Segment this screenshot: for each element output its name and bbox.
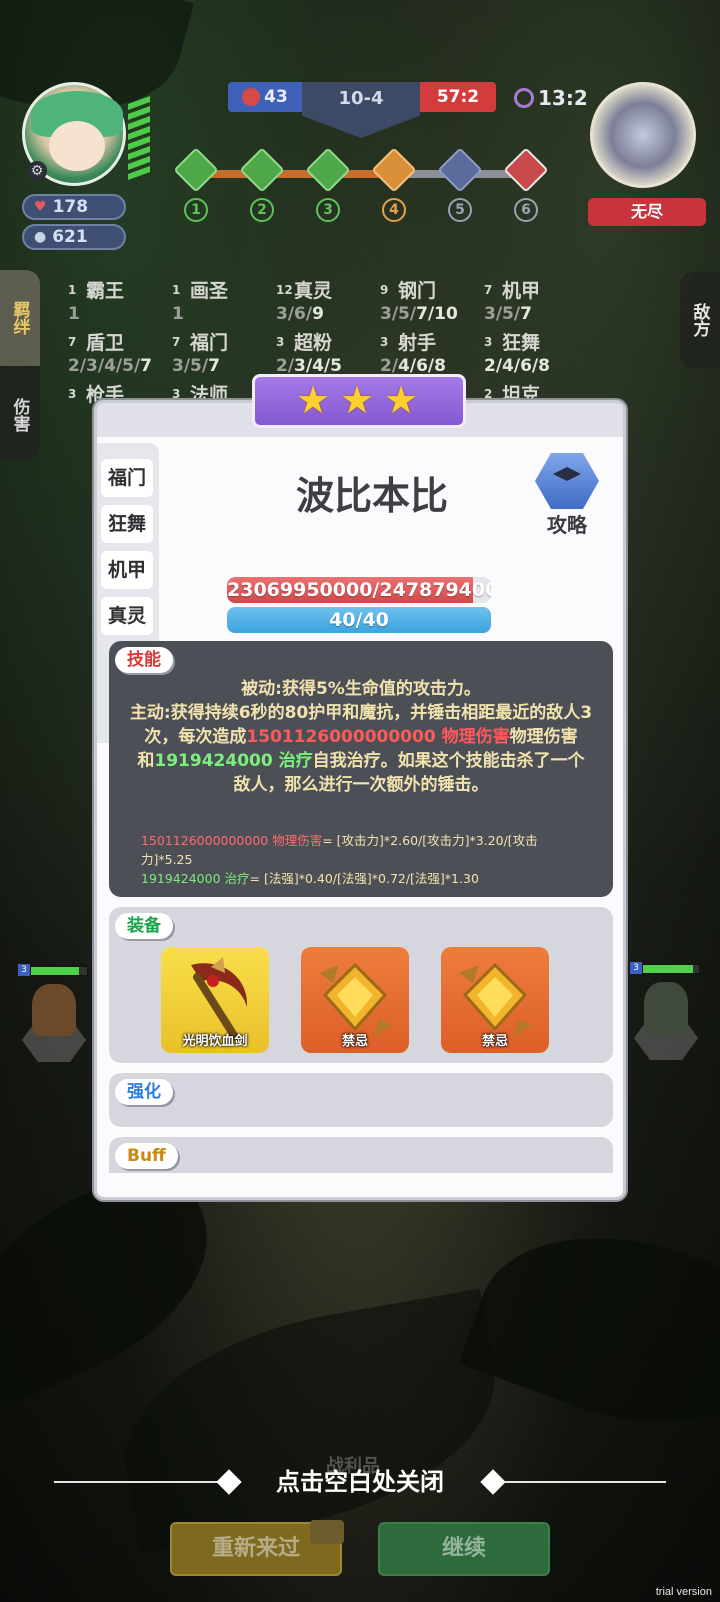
score-bar: 43 10-4 57:2 bbox=[228, 82, 496, 138]
guide-button[interactable]: 攻略 bbox=[531, 453, 603, 537]
synergy-item[interactable]: 7 机甲 3/5/7 bbox=[484, 276, 588, 328]
equipment-item[interactable]: 光明饮血剑 bbox=[161, 947, 269, 1053]
star-icon: ★ bbox=[383, 378, 419, 422]
guide-icon bbox=[535, 453, 599, 509]
stage-node: 1 bbox=[173, 147, 219, 222]
tab-synergy[interactable]: 羁绊 bbox=[0, 270, 40, 366]
synergy-item[interactable]: 7 福门 3/5/7 bbox=[172, 328, 276, 380]
synergy-item[interactable]: 9 钢门 3/5/7/10 bbox=[380, 276, 484, 328]
coin-icon: ● bbox=[34, 229, 47, 245]
skill-section: 技能 被动:获得5%生命值的攻击力。 主动:获得持续6秒的80护甲和魔抗，并锤击… bbox=[109, 641, 613, 897]
buff-tag: Buff bbox=[115, 1143, 178, 1169]
enhancement-section: 强化 bbox=[109, 1073, 613, 1127]
enemy-unit[interactable]: 3 bbox=[630, 956, 710, 1066]
trait-item[interactable]: 狂舞 bbox=[101, 505, 153, 543]
equipment-item[interactable]: 禁忌 bbox=[301, 947, 409, 1053]
retry-button[interactable]: 重新来过 bbox=[170, 1520, 344, 1576]
guide-label: 攻略 bbox=[547, 513, 587, 537]
hero-name: 波比本比 bbox=[295, 474, 448, 518]
timer-value: 13:2 bbox=[538, 86, 588, 110]
player-hp-gauge bbox=[128, 95, 158, 188]
retry-label: 重新来过 bbox=[211, 1536, 300, 1561]
continue-button[interactable]: 继续 bbox=[378, 1522, 550, 1576]
synergy-item[interactable]: 1 霸王 1 bbox=[68, 276, 172, 328]
hero-detail-panel: 福门 狂舞 机甲 真灵 波比本比 攻略 23069950000/24787940… bbox=[94, 400, 626, 1200]
hero-mana-bar: 40/40 bbox=[227, 607, 491, 633]
equipment-item[interactable]: 禁忌 bbox=[441, 947, 549, 1053]
star-rating-banner: ★ ★ ★ bbox=[246, 374, 472, 428]
close-hint[interactable]: 点击空白处关闭 bbox=[54, 1464, 666, 1500]
blue-score-value: 43 bbox=[264, 87, 288, 107]
enhancement-tag: 强化 bbox=[115, 1079, 173, 1105]
trait-item[interactable]: 真灵 bbox=[101, 597, 153, 635]
ally-unit[interactable]: 3 bbox=[18, 958, 88, 1068]
tab-damage[interactable]: 伤害 bbox=[0, 370, 40, 460]
coins-counter: ● 621 bbox=[22, 224, 126, 250]
endless-mode-tag: 无尽 bbox=[588, 198, 706, 226]
coins-value: 621 bbox=[52, 227, 88, 247]
gear-icon[interactable]: ⚙ bbox=[27, 161, 47, 181]
left-tab-panel: 羁绊 伤害 bbox=[0, 270, 40, 460]
equipment-section: 装备 光明饮血剑 禁忌 禁忌 bbox=[109, 907, 613, 1063]
hearts-counter: ♥ 178 bbox=[22, 194, 126, 220]
synergy-item[interactable]: 7 盾卫 2/3/4/5/7 bbox=[68, 328, 172, 380]
hero-hp-bar: 23069950000/247879400 bbox=[227, 577, 491, 603]
stage-node: 4 bbox=[371, 147, 417, 222]
video-ad-icon bbox=[310, 1520, 344, 1544]
synergy-item[interactable]: 3 射手 2/4/6/8 bbox=[380, 328, 484, 380]
trait-item[interactable]: 福门 bbox=[101, 459, 153, 497]
tab-enemy[interactable]: 敌方 bbox=[680, 272, 720, 368]
synergy-item[interactable]: 1 画圣 1 bbox=[172, 276, 276, 328]
hearts-value: 178 bbox=[52, 197, 89, 217]
synergy-item[interactable]: 3 狂舞 2/4/6/8 bbox=[484, 328, 588, 380]
equipment-tag: 装备 bbox=[115, 913, 173, 939]
stage-progress: 1 2 3 4 5 6 bbox=[173, 147, 549, 232]
unit-level-badge: 3 bbox=[630, 962, 642, 974]
unit-level-badge: 3 bbox=[18, 964, 30, 976]
synergy-item[interactable]: 3 超粉 2/3/4/5 bbox=[276, 328, 380, 380]
heart-icon: ♥ bbox=[34, 199, 47, 215]
star-icon: ★ bbox=[339, 378, 375, 422]
skill-formula: 1501126000000000 物理伤害= [攻击力]*2.60/[攻击力]*… bbox=[141, 833, 538, 886]
synergy-item[interactable]: 12 真灵 3/6/9 bbox=[276, 276, 380, 328]
stage-node: 3 bbox=[305, 147, 351, 222]
buff-section: Buff bbox=[109, 1137, 613, 1173]
enemy-avatar[interactable] bbox=[590, 82, 696, 188]
stage-node: 2 bbox=[239, 147, 285, 222]
fire-icon bbox=[242, 88, 261, 106]
stage-node: 6 bbox=[503, 147, 549, 222]
blue-score: 43 bbox=[228, 82, 302, 112]
round-timer: 13:2 bbox=[514, 86, 588, 110]
trait-item[interactable]: 机甲 bbox=[101, 551, 153, 589]
player-avatar[interactable]: ⚙ bbox=[22, 82, 126, 186]
close-hint-text: 点击空白处关闭 bbox=[276, 1468, 444, 1496]
avatar-face bbox=[49, 121, 105, 171]
stage-node: 5 bbox=[437, 147, 483, 222]
star-icon: ★ bbox=[295, 378, 331, 422]
skill-tag: 技能 bbox=[115, 647, 173, 673]
skill-description: 被动:获得5%生命值的攻击力。 主动:获得持续6秒的80护甲和魔抗，并锤击相距最… bbox=[129, 679, 593, 795]
hero-hp-text: 23069950000/247879400 bbox=[227, 579, 491, 601]
clock-icon bbox=[514, 88, 534, 108]
red-score: 57:2 bbox=[420, 82, 496, 112]
trial-watermark: trial version bbox=[655, 1586, 712, 1598]
